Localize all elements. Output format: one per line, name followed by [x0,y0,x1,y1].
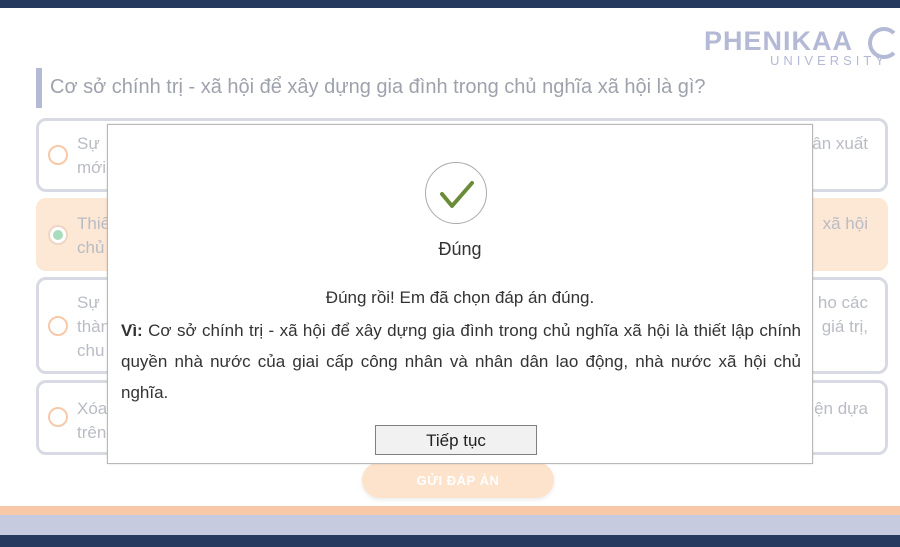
submit-answer-button[interactable]: GỬI ĐÁP ÁN [362,462,554,498]
logo-ring-icon [868,27,900,59]
footer-band-peach [0,506,900,515]
footer-band-navy [0,535,900,547]
radio-button-selected[interactable] [48,225,68,245]
option-text-left: Thiế chủ [77,214,111,257]
continue-button[interactable]: Tiếp tục [375,425,537,455]
option-text-right: ện dựa [814,399,868,418]
result-message: Đúng rồi! Em đã chọn đáp án đúng. [325,288,595,307]
feedback-dialog: Đúng Đúng rồi! Em đã chọn đáp án đúng. V… [107,124,813,464]
explanation-label: Vì: [121,321,143,340]
logo-subtitle: UNIVERSITY [770,53,889,68]
option-text-left: Xóa trên [77,399,108,442]
radio-dot [53,230,63,240]
result-title: Đúng [438,239,482,259]
explanation-text: Vì: Cơ sở chính trị - xã hội để xây dựng… [121,315,801,408]
question-accent-bar [36,68,42,108]
phenikaa-logo: PHENIKAA UNIVERSITY [700,26,900,70]
radio-button[interactable] [48,316,68,336]
radio-button[interactable] [48,145,68,165]
option-text-left: Sự thàn chu [77,293,111,360]
option-text-right: xã hội [822,214,868,233]
top-bar [0,0,900,8]
option-text-left: Sự mới [77,134,107,177]
option-text-right: ân xuất [812,134,868,153]
explanation-body: Cơ sở chính trị - xã hội để xây dựng gia… [121,321,801,402]
radio-button[interactable] [48,407,68,427]
question-text: Cơ sở chính trị - xã hội để xây dựng gia… [50,76,706,98]
checkmark-icon [425,162,487,224]
option-text-right: ho các giá trị, [817,293,868,336]
footer-band-lavender [0,515,900,535]
